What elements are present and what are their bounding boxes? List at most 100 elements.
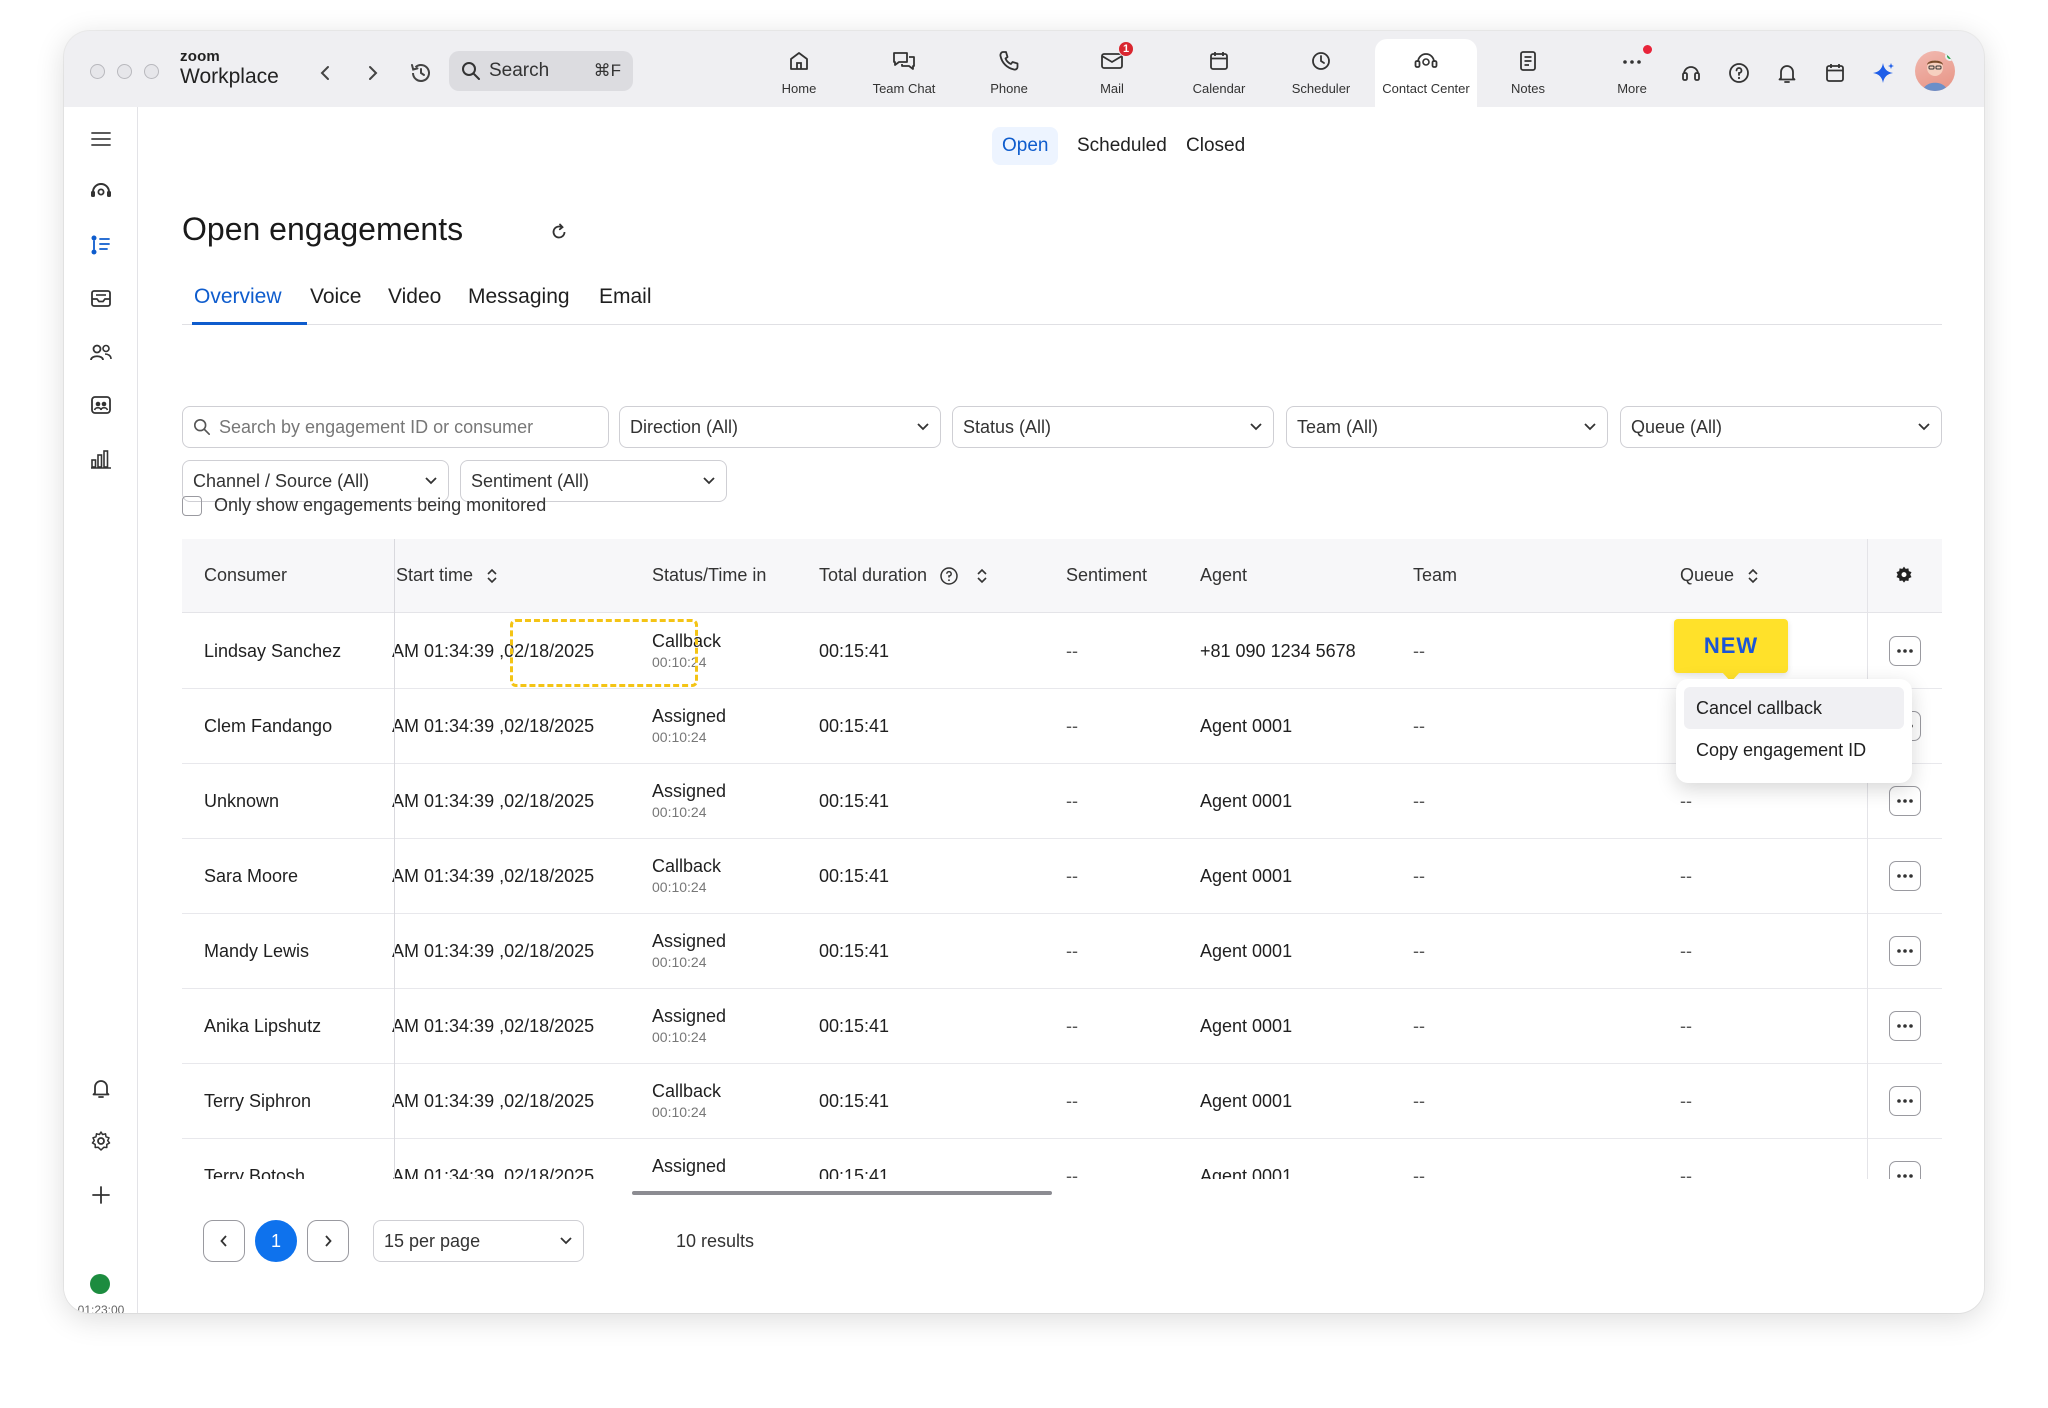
tab-scheduler[interactable]: Scheduler bbox=[1281, 39, 1361, 107]
segment-open[interactable]: Open bbox=[992, 127, 1059, 165]
tab-video[interactable]: Video bbox=[388, 285, 441, 325]
status-time-in: 00:10:24 bbox=[652, 954, 707, 970]
refresh-button[interactable] bbox=[546, 219, 572, 245]
direction-select[interactable]: Direction (All) bbox=[619, 406, 941, 448]
tab-contact-center[interactable]: Contact Center bbox=[1375, 39, 1477, 107]
tab-phone[interactable]: Phone bbox=[974, 39, 1044, 107]
col-team: Team bbox=[1413, 565, 1458, 585]
status-value: Status (All) bbox=[963, 416, 1052, 437]
cell-total-duration: 00:15:41 bbox=[819, 791, 890, 811]
tab-mail[interactable]: 1 Mail bbox=[1077, 39, 1147, 107]
per-page-select[interactable]: 15 per page bbox=[373, 1220, 584, 1262]
row-more-button[interactable] bbox=[1889, 1086, 1921, 1116]
agent-status-indicator[interactable] bbox=[90, 1274, 110, 1294]
hamburger-menu-button[interactable] bbox=[85, 123, 117, 155]
online-status-dot bbox=[1945, 51, 1955, 61]
ai-companion-button[interactable] bbox=[1868, 58, 1898, 88]
window-maximize-button[interactable] bbox=[144, 64, 159, 79]
sidebar-add-button[interactable] bbox=[85, 1179, 117, 1211]
col-total-duration[interactable]: Total duration bbox=[819, 565, 989, 586]
row-more-button[interactable] bbox=[1889, 1161, 1921, 1179]
bar-chart-icon bbox=[91, 450, 111, 469]
tab-mail-label: Mail bbox=[1100, 81, 1124, 96]
monitored-checkbox[interactable] bbox=[182, 496, 202, 516]
frozen-column-divider bbox=[394, 539, 395, 1179]
page-title: Open engagements bbox=[182, 211, 464, 247]
prev-page-button[interactable] bbox=[203, 1220, 245, 1262]
column-settings-button[interactable] bbox=[1894, 565, 1914, 585]
cell-consumer: Lindsay Sanchez bbox=[204, 641, 342, 661]
page-button-current[interactable]: 1 bbox=[255, 1220, 297, 1262]
row-more-button[interactable] bbox=[1889, 636, 1921, 666]
notes-icon bbox=[1514, 47, 1542, 75]
segment-closed[interactable]: Closed bbox=[1176, 127, 1255, 165]
row-more-button[interactable] bbox=[1889, 936, 1921, 966]
headset-status-button[interactable] bbox=[1676, 58, 1706, 88]
calendar-shortcut-button[interactable] bbox=[1820, 58, 1850, 88]
tab-messaging[interactable]: Messaging bbox=[468, 285, 570, 325]
horizontal-scrollbar[interactable] bbox=[632, 1191, 1052, 1195]
tab-more[interactable]: More bbox=[1597, 39, 1667, 107]
tab-home[interactable]: Home bbox=[764, 39, 834, 107]
tab-team-chat[interactable]: Team Chat bbox=[859, 39, 949, 107]
zoom-logo: zoom Workplace bbox=[180, 49, 279, 87]
tab-notes[interactable]: Notes bbox=[1493, 39, 1563, 107]
table-row[interactable]: Mandy Lewis 02/18/2025, 01:34:39 AM Assign… bbox=[182, 914, 1942, 989]
table-row[interactable]: Terry Botosh 02/18/2025, 01:34:39 AM Assig… bbox=[182, 1139, 1942, 1179]
team-select[interactable]: Team (All) bbox=[1286, 406, 1608, 448]
help-button[interactable] bbox=[1724, 58, 1754, 88]
sidebar-item-inbox[interactable] bbox=[85, 282, 117, 314]
segment-scheduled[interactable]: Scheduled bbox=[1067, 127, 1177, 165]
new-feature-tag: NEW bbox=[1674, 619, 1788, 682]
table-row[interactable]: Terry Siphron 02/18/2025, 01:34:39 AM Call… bbox=[182, 1064, 1942, 1139]
col-start-time[interactable]: Start time bbox=[396, 565, 499, 586]
forward-button[interactable] bbox=[359, 59, 387, 87]
row-more-button[interactable] bbox=[1889, 861, 1921, 891]
next-page-button[interactable] bbox=[307, 1220, 349, 1262]
cancel-callback-menu-item[interactable]: Cancel callback bbox=[1684, 687, 1904, 729]
status-timer: 01:23:00 bbox=[77, 1303, 125, 1313]
sidebar-settings-button[interactable] bbox=[85, 1125, 117, 1157]
chevron-down-icon bbox=[1583, 422, 1597, 432]
tab-overview[interactable]: Overview bbox=[192, 285, 307, 325]
cell-agent: Agent 0001 bbox=[1200, 791, 1293, 811]
avatar[interactable] bbox=[1915, 51, 1955, 91]
col-sentiment: Sentiment bbox=[1066, 565, 1148, 585]
search-input[interactable]: Search by engagement ID or consumer bbox=[182, 406, 609, 448]
global-search[interactable]: Search ⌘F bbox=[449, 51, 633, 91]
sentiment-value: Sentiment (All) bbox=[471, 470, 590, 491]
copy-engagement-id-menu-item[interactable]: Copy engagement ID bbox=[1684, 729, 1904, 771]
home-icon bbox=[785, 47, 813, 75]
window-minimize-button[interactable] bbox=[117, 64, 132, 79]
back-button[interactable] bbox=[311, 59, 339, 87]
sidebar-item-analytics[interactable] bbox=[85, 443, 117, 475]
row-more-button[interactable] bbox=[1889, 786, 1921, 816]
status-select[interactable]: Status (All) bbox=[952, 406, 1274, 448]
sidebar-notifications-button[interactable] bbox=[85, 1072, 117, 1104]
queue-select[interactable]: Queue (All) bbox=[1620, 406, 1942, 448]
table-row[interactable]: Anika Lipshutz 02/18/2025, 01:34:39 AM Ass… bbox=[182, 989, 1942, 1064]
cell-consumer: Mandy Lewis bbox=[204, 941, 310, 961]
inbox-icon bbox=[91, 290, 111, 307]
cell-total-duration: 00:15:41 bbox=[819, 941, 890, 961]
notifications-button[interactable] bbox=[1772, 58, 1802, 88]
chevron-down-icon bbox=[916, 422, 930, 432]
row-more-button[interactable] bbox=[1889, 1011, 1921, 1041]
sidebar-item-contacts[interactable] bbox=[85, 389, 117, 421]
history-button[interactable] bbox=[407, 59, 435, 87]
tab-calendar[interactable]: Calendar bbox=[1179, 39, 1259, 107]
results-count: 10 results bbox=[676, 1231, 755, 1251]
monitored-label: Only show engagements being monitored bbox=[214, 495, 547, 515]
table-row[interactable]: Sara Moore 02/18/2025, 01:34:39 AM Callbac… bbox=[182, 839, 1942, 914]
status-label: Callback bbox=[652, 1081, 722, 1101]
sidebar-item-users[interactable] bbox=[85, 336, 117, 368]
cell-consumer: Anika Lipshutz bbox=[204, 1016, 322, 1036]
tab-email[interactable]: Email bbox=[599, 285, 652, 325]
window-close-button[interactable] bbox=[90, 64, 105, 79]
cell-queue: -- bbox=[1680, 866, 1692, 886]
col-queue[interactable]: Queue bbox=[1680, 565, 1760, 586]
sidebar-item-contact-center[interactable] bbox=[85, 175, 117, 207]
sidebar-item-engagements[interactable] bbox=[85, 229, 117, 261]
tab-voice[interactable]: Voice bbox=[310, 285, 361, 325]
cell-team: -- bbox=[1413, 641, 1425, 661]
